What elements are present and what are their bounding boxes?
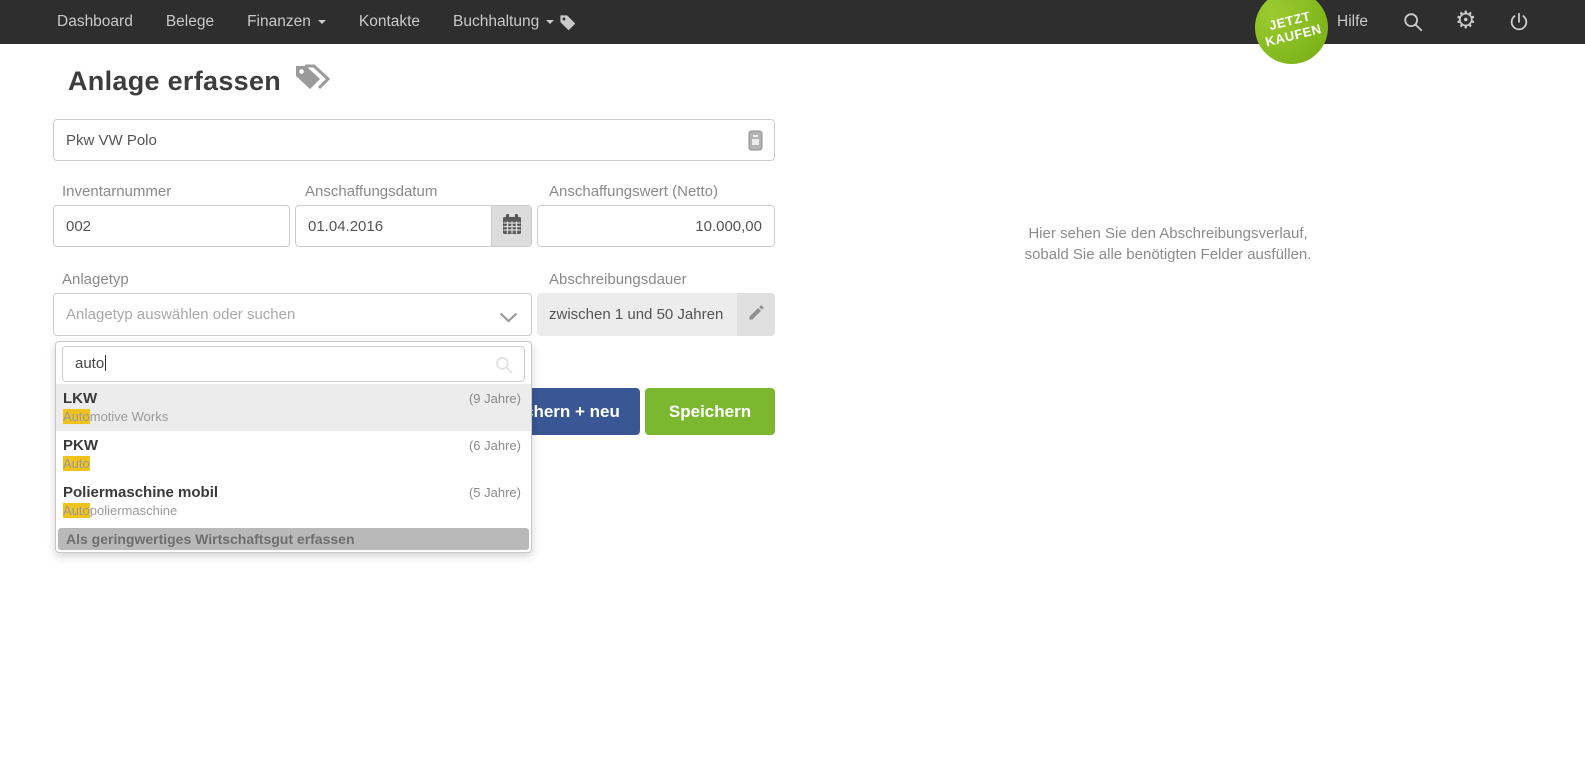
- nav-item-hilfe[interactable]: Hilfe: [1337, 0, 1368, 44]
- save-button[interactable]: Speichern: [645, 388, 775, 435]
- search-match-highlight: Auto: [63, 409, 90, 424]
- dropdown-item-pkw[interactable]: PKW (6 Jahre) Auto: [56, 431, 531, 478]
- dropdown-item-subtitle: Automotive Works: [63, 409, 521, 424]
- page-title-text: Anlage erfassen: [68, 66, 281, 97]
- purchase-date-input[interactable]: [296, 206, 491, 246]
- nav-item-buchhaltung[interactable]: Buchhaltung: [453, 13, 576, 31]
- inventory-number-input[interactable]: [53, 205, 290, 247]
- depreciation-hint: Hier sehen Sie den Abschreibungsverlauf,…: [948, 223, 1388, 265]
- search-icon[interactable]: [1402, 11, 1424, 33]
- asset-type-select[interactable]: Anlagetyp auswählen oder suchen: [53, 293, 532, 336]
- dropdown-item-subtitle: Autopoliermaschine: [63, 503, 521, 518]
- dropdown-item-duration: (5 Jahre): [469, 485, 521, 500]
- gear-icon[interactable]: ⚙: [1455, 7, 1477, 35]
- inventory-number-label: Inventarnummer: [62, 183, 171, 200]
- calendar-icon: [500, 212, 524, 241]
- depreciation-field: zwischen 1 und 50 Jahren: [537, 293, 775, 336]
- app-root: Dashboard Belege Finanzen Kontakte Buchh…: [0, 0, 1585, 760]
- nav-item-kontakte[interactable]: Kontakte: [359, 13, 420, 31]
- asset-type-search-field[interactable]: auto: [62, 346, 525, 382]
- text-badge-icon: [748, 130, 763, 156]
- hint-line-1: Hier sehen Sie den Abschreibungsverlauf,: [948, 223, 1388, 244]
- text-cursor: [105, 355, 106, 371]
- power-icon[interactable]: [1508, 11, 1530, 33]
- asset-name-input[interactable]: [54, 120, 774, 160]
- dropdown-item-poliermaschine[interactable]: Poliermaschine mobil (5 Jahre) Autopolie…: [56, 478, 531, 525]
- search-match-highlight: Auto: [63, 503, 90, 518]
- asset-name-field: [53, 119, 775, 161]
- depreciation-label: Abschreibungsdauer: [549, 271, 687, 288]
- search-icon: [494, 355, 514, 380]
- dropdown-item-title: Poliermaschine mobil: [63, 484, 218, 501]
- jetzt-kaufen-badge[interactable]: JETZT KAUFEN: [1247, 0, 1335, 72]
- purchase-value-input[interactable]: [537, 205, 775, 247]
- calendar-button[interactable]: [491, 206, 531, 246]
- chevron-down-icon: [499, 310, 518, 328]
- dropdown-item-lkw[interactable]: LKW (9 Jahre) Automotive Works: [56, 384, 531, 431]
- dropdown-item-title: LKW: [63, 390, 97, 407]
- nav-item-belege[interactable]: Belege: [166, 13, 214, 31]
- pencil-icon: [747, 303, 766, 327]
- edit-depreciation-button[interactable]: [737, 293, 775, 336]
- dropdown-item-duration: (9 Jahre): [469, 391, 521, 406]
- dropdown-item-subtitle: Auto: [63, 456, 521, 471]
- hint-line-2: sobald Sie alle benötigten Felder ausfül…: [948, 244, 1388, 265]
- nav-menu: Dashboard Belege Finanzen Kontakte Buchh…: [57, 0, 576, 44]
- dropdown-item-duration: (6 Jahre): [469, 438, 521, 453]
- page-title: Anlage erfassen: [68, 64, 330, 99]
- purchase-value-label: Anschaffungswert (Netto): [549, 183, 718, 200]
- asset-type-label: Anlagetyp: [62, 271, 129, 288]
- asset-type-dropdown: auto LKW (9 Jahre) Automotive Works PKW …: [55, 341, 532, 553]
- nav-item-finanzen[interactable]: Finanzen: [247, 13, 326, 31]
- nav-item-buchhaltung-label: Buchhaltung: [453, 13, 539, 31]
- depreciation-value: zwischen 1 und 50 Jahren: [537, 293, 737, 336]
- purchase-date-field: [295, 205, 532, 247]
- dropdown-item-title: PKW: [63, 437, 98, 454]
- asset-type-placeholder: Anlagetyp auswählen oder suchen: [54, 294, 531, 335]
- purchase-date-label: Anschaffungsdatum: [305, 183, 437, 200]
- top-nav: Dashboard Belege Finanzen Kontakte Buchh…: [0, 0, 1585, 44]
- low-value-asset-action[interactable]: Als geringwertiges Wirtschaftsgut erfass…: [58, 528, 529, 550]
- search-match-highlight: Auto: [63, 456, 90, 471]
- nav-item-dashboard[interactable]: Dashboard: [57, 13, 133, 31]
- asset-type-search-value: auto: [63, 355, 106, 372]
- tag-icon: [559, 14, 576, 31]
- chevron-down-icon: [546, 20, 554, 24]
- nav-item-finanzen-label: Finanzen: [247, 13, 311, 31]
- chevron-down-icon: [318, 20, 326, 24]
- double-tag-icon: [293, 64, 330, 99]
